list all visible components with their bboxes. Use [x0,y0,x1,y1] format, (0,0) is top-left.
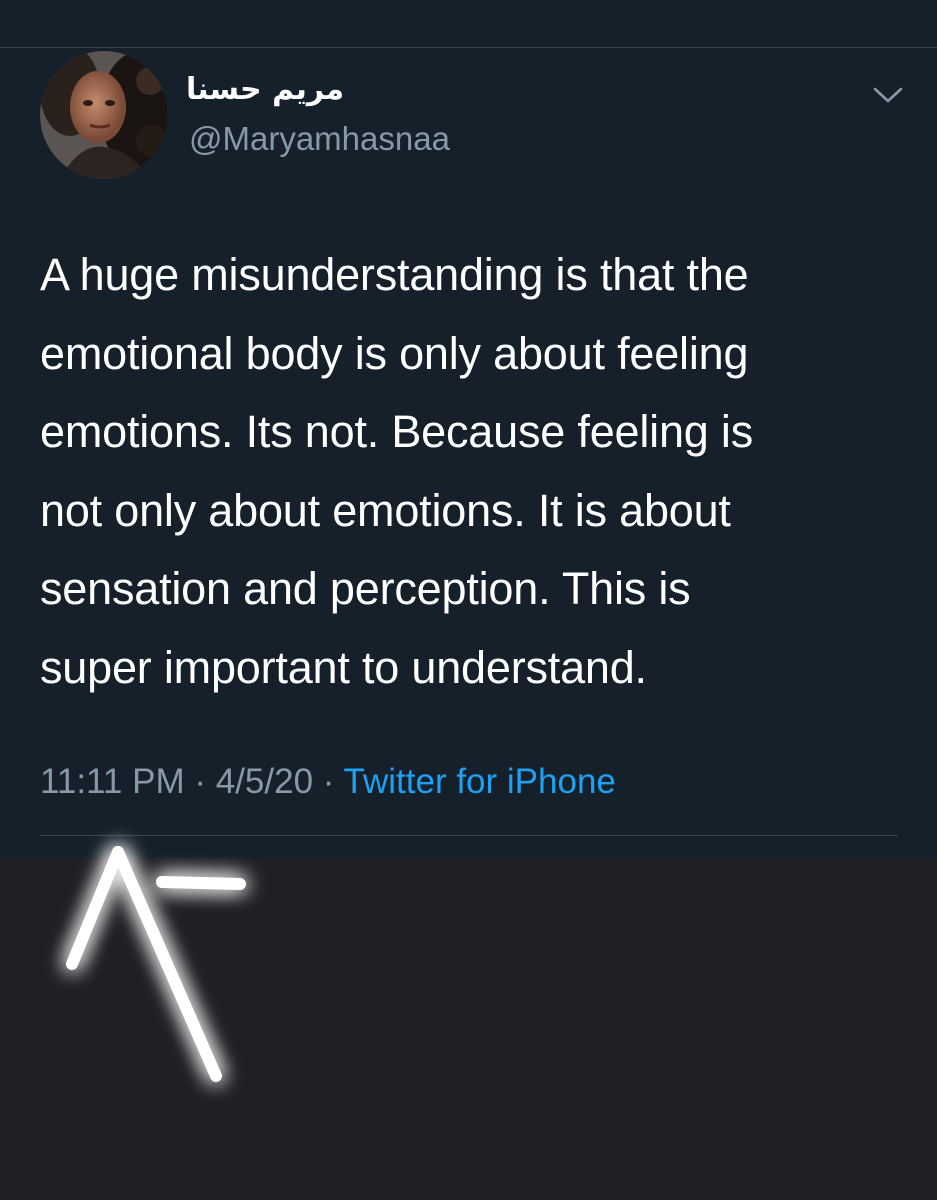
user-handle[interactable]: @Maryamhasnaa [189,117,450,161]
tweet-time[interactable]: 11:11 PM [40,762,185,801]
display-name[interactable]: مريم حسنا [186,68,356,112]
top-divider [0,47,937,48]
screenshot: مريم حسنا @Maryamhasnaa A huge misunders… [0,0,937,1200]
avatar[interactable] [40,51,168,179]
tweet-text: A huge misunderstanding is that the emot… [40,249,753,693]
chevron-down-icon[interactable] [870,80,906,110]
tweet-date[interactable]: 4/5/20 [216,762,313,801]
tweet-source-link[interactable]: Twitter for iPhone [344,762,616,801]
bottom-divider [40,835,898,836]
tweet-card: مريم حسنا @Maryamhasnaa A huge misunders… [0,0,937,858]
meta-separator: · [313,762,344,801]
tweet-metadata: 11:11 PM · 4/5/20 · Twitter for iPhone [40,759,616,805]
meta-separator: · [184,762,216,801]
